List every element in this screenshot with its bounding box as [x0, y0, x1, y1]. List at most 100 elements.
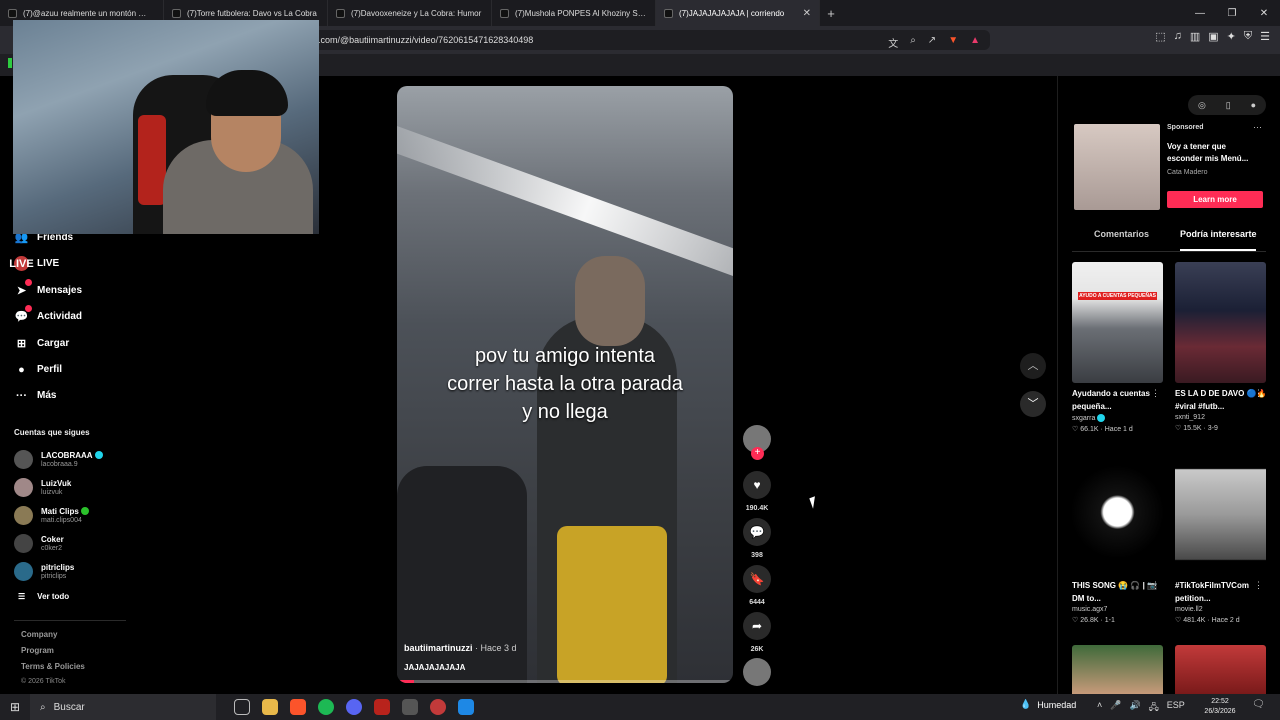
leo-icon[interactable]: ✦	[1227, 30, 1236, 43]
file-explorer-icon[interactable]	[262, 699, 278, 715]
card-menu-icon[interactable]: ⋮	[1254, 388, 1263, 399]
compass-icon[interactable]: ◎	[1198, 100, 1206, 111]
video-thumbnail[interactable]	[1175, 645, 1266, 694]
browser-tab-4[interactable]: (7)Mushola PONPES Al Khoziny Sido	[492, 0, 656, 26]
footer-link-company[interactable]: Company	[21, 630, 57, 639]
music-icon[interactable]: ♫	[1174, 30, 1182, 43]
browser-tab-3[interactable]: (7)Davooxeneize y La Cobra: Humor	[328, 0, 492, 26]
share-button[interactable]: ➦ 26K	[742, 612, 772, 653]
translate-icon[interactable]: 文	[888, 35, 898, 50]
card-menu-icon[interactable]: ⋮	[1151, 580, 1160, 591]
brave-browser-icon[interactable]	[290, 699, 306, 715]
following-account[interactable]: pitriclips pitriclips	[14, 559, 134, 583]
discord-icon[interactable]	[346, 699, 362, 715]
chevron-up-icon: ︿	[1027, 360, 1039, 372]
author-avatar-button[interactable]: +	[742, 425, 772, 460]
ad-thumbnail[interactable]	[1074, 124, 1160, 210]
heart-icon: ♥	[743, 471, 771, 499]
bookmark-icon: 🔖	[743, 565, 771, 593]
tiktok-favicon-icon	[8, 8, 17, 18]
notification-icon[interactable]: 🗨	[1252, 699, 1265, 710]
close-window-button[interactable]: ✕	[1248, 8, 1280, 19]
footer-link-terms[interactable]: Terms & Policies	[21, 662, 85, 671]
capcut-icon[interactable]	[458, 699, 474, 715]
suggested-video-card[interactable]: THIS SONG 😭 🎧 | 📷 DM to... music.agx7 ♡ …	[1072, 454, 1164, 624]
nav-messages[interactable]: ➤ Mensajes	[0, 279, 140, 298]
obs-app-icon[interactable]	[402, 699, 418, 715]
video-player[interactable]: pov tu amigo intenta correr hasta la otr…	[397, 86, 733, 683]
next-video-button[interactable]: ﹀	[1020, 391, 1046, 417]
nav-profile[interactable]: ● Perfil	[0, 362, 140, 377]
suggested-video-card[interactable]: AYUDO A CUENTAS PEQUEÑAS Ayudando a cuen…	[1072, 262, 1164, 433]
url-field[interactable]: .com/@bautiimartinuzzi/video/76206154716…	[300, 30, 990, 50]
status-indicator	[8, 58, 12, 68]
tiktok-favicon-icon	[172, 8, 181, 18]
comment-button[interactable]: 💬 398	[742, 518, 772, 559]
browser-tab-active[interactable]: (7)JAJAJAJAJAJA | corriendo ✕	[656, 0, 820, 26]
card-menu-icon[interactable]: ⋮	[1151, 388, 1160, 399]
see-all-link[interactable]: ☰ Ver todo	[18, 592, 69, 601]
nav-more[interactable]: ··· Más	[0, 388, 140, 403]
record-app-icon[interactable]	[430, 699, 446, 715]
new-tab-button[interactable]: +	[820, 6, 842, 21]
comment-icon: 💬	[743, 518, 771, 546]
following-account[interactable]: Mati Clips mati.clips004	[14, 503, 134, 527]
nav-activity[interactable]: 💬 Actividad	[0, 305, 140, 324]
share-icon[interactable]: ↗	[928, 35, 936, 50]
maximize-button[interactable]: ❐	[1216, 8, 1248, 19]
nav-live[interactable]: LIVE LIVE	[0, 256, 140, 271]
network-icon[interactable]: 🖧	[1149, 700, 1159, 716]
voice-app-icon[interactable]	[374, 699, 390, 715]
suggested-video-card[interactable]: ES LA D DE DAVO 🔵🔥 #viral #futb... sxnti…	[1175, 262, 1267, 432]
minimize-button[interactable]: —	[1184, 8, 1216, 19]
lang-label[interactable]: ESP	[1167, 700, 1185, 716]
speaker-icon[interactable]: 🔊	[1129, 700, 1140, 716]
like-button[interactable]: ♥ 190.4K	[742, 471, 772, 512]
following-account[interactable]: Coker c0ker2	[14, 531, 134, 555]
suggested-video-card[interactable]: #TikTokFilmTVCom petition... movie.ll2 ♡…	[1175, 454, 1267, 624]
ad-brand: Cata Madero	[1167, 169, 1208, 176]
vpn-icon[interactable]: ⛨	[1244, 30, 1252, 43]
video-thumbnail[interactable]	[1072, 645, 1163, 694]
taskbar-clock[interactable]: 22:52 26/3/2026	[1198, 697, 1242, 717]
menu-icon[interactable]: ☰	[1260, 30, 1270, 43]
windows-start-icon[interactable]: ⊞	[0, 700, 30, 714]
copyright: © 2026 TikTok	[21, 678, 66, 685]
weather-widget[interactable]: 💧 Humedad	[1020, 699, 1076, 710]
learn-more-button[interactable]: Learn more	[1167, 191, 1263, 208]
video-author[interactable]: bautiimartinuzzi · Hace 3 d	[404, 643, 517, 653]
following-account[interactable]: LACOBRAAA lacobraaa.9	[14, 447, 134, 471]
close-tab-icon[interactable]: ✕	[803, 8, 811, 19]
device-icon[interactable]: ▯	[1226, 100, 1231, 111]
video-progress-bar[interactable]	[397, 680, 733, 683]
sound-avatar-button[interactable]	[742, 658, 772, 686]
following-account[interactable]: LuizVuk luizvuk	[14, 475, 134, 499]
mic-icon[interactable]: 🎤	[1110, 700, 1121, 716]
share-arrow-icon: ➦	[743, 612, 771, 640]
task-view-icon[interactable]	[234, 699, 250, 715]
notification-badge	[25, 279, 32, 286]
previous-video-button[interactable]: ︿	[1020, 353, 1046, 379]
ad-more-icon[interactable]: ···	[1253, 122, 1262, 132]
tab-suggested[interactable]: Podría interesarte	[1180, 229, 1257, 239]
brave-rewards-icon[interactable]: ▲	[970, 35, 980, 50]
live-icon: LIVE	[9, 256, 34, 271]
nav-upload[interactable]: ⊞ Cargar	[0, 336, 140, 351]
messages-icon: ➤	[14, 279, 32, 298]
extensions-icon[interactable]: ⬚	[1155, 30, 1165, 43]
card-menu-icon[interactable]: ⋮	[1254, 580, 1263, 591]
spotify-icon[interactable]	[318, 699, 334, 715]
video-thumbnail: AYUDO A CUENTAS PEQUEÑAS	[1072, 262, 1163, 383]
zoom-icon[interactable]: ⌕	[910, 35, 916, 50]
music-disc-icon	[743, 658, 771, 686]
taskbar-search[interactable]: ⌕ Buscar	[30, 694, 216, 720]
tab-comments[interactable]: Comentarios	[1094, 229, 1149, 239]
brave-shield-icon[interactable]: ▼	[948, 35, 958, 50]
follow-button[interactable]: +	[751, 447, 764, 460]
wallet-icon[interactable]: ▣	[1208, 30, 1218, 43]
save-button[interactable]: 🔖 6444	[742, 565, 772, 606]
chevron-up-icon[interactable]: ˄	[1097, 700, 1102, 716]
sidebar-toggle-icon[interactable]: ▥	[1190, 30, 1200, 43]
user-avatar-icon[interactable]: ●	[1251, 100, 1256, 110]
footer-link-program[interactable]: Program	[21, 646, 54, 655]
